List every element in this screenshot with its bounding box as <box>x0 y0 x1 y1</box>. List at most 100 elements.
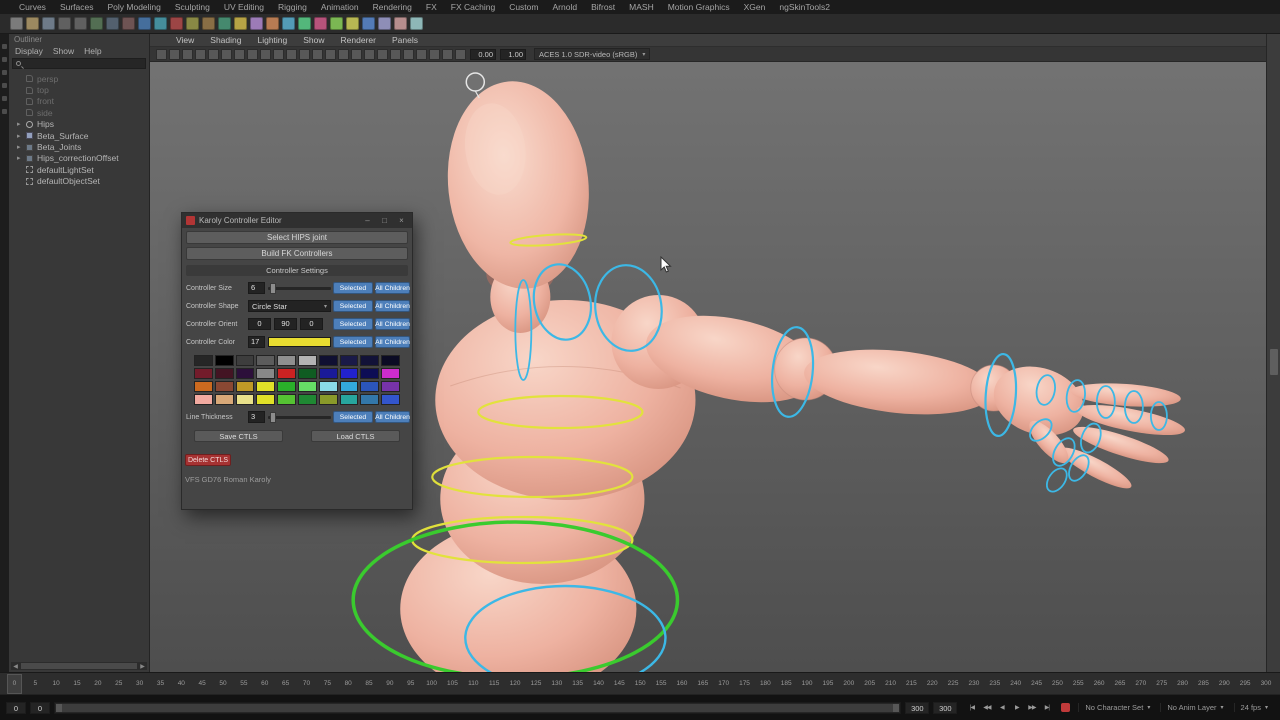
color-swatch[interactable] <box>298 355 317 366</box>
frame-label-295[interactable]: 295 <box>1235 680 1256 687</box>
play-forwards-button[interactable]: ▶ <box>1010 702 1023 714</box>
outliner-menu-help[interactable]: Help <box>84 46 101 56</box>
frame-label-70[interactable]: 70 <box>296 680 317 687</box>
rotate-tool-icon[interactable] <box>2 83 7 88</box>
frame-label-180[interactable]: 180 <box>755 680 776 687</box>
line-thickness-slider[interactable] <box>268 416 331 419</box>
menu-animation[interactable]: Animation <box>314 2 366 12</box>
frame-label-250[interactable]: 250 <box>1047 680 1068 687</box>
menu-uv-editing[interactable]: UV Editing <box>217 2 271 12</box>
color-swatch[interactable] <box>215 381 234 392</box>
textured-mode-icon[interactable] <box>364 49 375 60</box>
scale-tool-icon[interactable] <box>2 96 7 101</box>
color-swatch[interactable] <box>194 355 213 366</box>
locator-icon[interactable] <box>362 17 375 30</box>
frame-label-175[interactable]: 175 <box>734 680 755 687</box>
viewport-menu-view[interactable]: View <box>168 35 202 45</box>
select-tool-icon[interactable] <box>90 17 103 30</box>
window-titlebar[interactable]: Karoly Controller Editor – □ × <box>182 213 412 228</box>
shadows-icon[interactable] <box>390 49 401 60</box>
safe-title-icon[interactable] <box>325 49 336 60</box>
shape-selected-button[interactable]: Selected <box>333 300 373 312</box>
outliner-search-input[interactable] <box>12 58 146 69</box>
frame-label-150[interactable]: 150 <box>630 680 651 687</box>
character-mesh[interactable] <box>400 74 1187 672</box>
step-forward-frame-button[interactable]: ▶▶ <box>1025 702 1038 714</box>
controller-color-bar[interactable] <box>268 337 331 347</box>
outliner-item-hips[interactable]: ▸Hips <box>9 119 149 130</box>
character-set-dropdown[interactable]: No Character Set ▾ <box>1078 703 1156 712</box>
color-swatch[interactable] <box>340 368 359 379</box>
lasso-tool-icon[interactable] <box>2 57 7 62</box>
slider-handle[interactable] <box>270 283 276 294</box>
menu-arnold[interactable]: Arnold <box>545 2 584 12</box>
frame-label-50[interactable]: 50 <box>213 680 234 687</box>
grid-toggle-icon[interactable] <box>247 49 258 60</box>
controller-size-slider[interactable] <box>268 287 331 290</box>
anim-layer-dropdown[interactable]: No Anim Layer ▾ <box>1160 703 1229 712</box>
playback-end-field[interactable]: 300 <box>905 702 929 714</box>
color-swatch[interactable] <box>319 355 338 366</box>
last-tool-icon[interactable] <box>2 109 7 114</box>
minimize-button[interactable]: – <box>361 215 374 226</box>
frame-label-255[interactable]: 255 <box>1068 680 1089 687</box>
menu-sculpting[interactable]: Sculpting <box>168 2 217 12</box>
expand-arrow-icon[interactable]: ▸ <box>17 154 26 162</box>
frame-label-110[interactable]: 110 <box>463 680 484 687</box>
load-ctls-button[interactable]: Load CTLS <box>311 430 400 442</box>
frame-label-75[interactable]: 75 <box>317 680 338 687</box>
fps-dropdown[interactable]: 24 fps ▾ <box>1234 703 1274 712</box>
viewport-menu-panels[interactable]: Panels <box>384 35 426 45</box>
color-swatch[interactable] <box>360 368 379 379</box>
outliner-menu-show[interactable]: Show <box>53 46 74 56</box>
color-swatch[interactable] <box>319 394 338 405</box>
frame-label-270[interactable]: 270 <box>1130 680 1151 687</box>
new-scene-icon[interactable] <box>10 17 23 30</box>
scale-tool-icon[interactable] <box>170 17 183 30</box>
frame-label-260[interactable]: 260 <box>1089 680 1110 687</box>
menu-ngskintools2[interactable]: ngSkinTools2 <box>772 2 837 12</box>
frame-label-245[interactable]: 245 <box>1026 680 1047 687</box>
step-back-frame-button[interactable]: ◀◀ <box>980 702 993 714</box>
move-tool-icon[interactable] <box>138 17 151 30</box>
frame-label-30[interactable]: 30 <box>129 680 150 687</box>
color-swatch[interactable] <box>256 355 275 366</box>
frame-label-290[interactable]: 290 <box>1214 680 1235 687</box>
color-swatch[interactable] <box>194 394 213 405</box>
outliner-item-front[interactable]: front <box>9 96 149 107</box>
resolution-gate-icon[interactable] <box>273 49 284 60</box>
menu-xgen[interactable]: XGen <box>737 2 773 12</box>
go-to-start-button[interactable]: |◀ <box>965 702 978 714</box>
color-swatch[interactable] <box>298 381 317 392</box>
frame-label-300[interactable]: 300 <box>1256 680 1277 687</box>
outliner-item-hips-correctionoffset[interactable]: ▸Hips_correctionOffset <box>9 153 149 164</box>
size-all-children-button[interactable]: All Children <box>375 282 410 294</box>
color-swatch[interactable] <box>236 355 255 366</box>
menu-motion-graphics[interactable]: Motion Graphics <box>661 2 737 12</box>
rotate-tool-icon[interactable] <box>154 17 167 30</box>
exposure-field[interactable]: 0.00 <box>470 49 496 60</box>
controller-color-index-field[interactable]: 17 <box>248 336 265 348</box>
controller-size-field[interactable]: 6 <box>248 282 265 294</box>
playback-start-field[interactable]: 0 <box>30 702 50 714</box>
frame-label-130[interactable]: 130 <box>546 680 567 687</box>
color-swatch[interactable] <box>360 394 379 405</box>
color-swatch[interactable] <box>319 381 338 392</box>
frame-label-145[interactable]: 145 <box>609 680 630 687</box>
gate-mask-icon[interactable] <box>286 49 297 60</box>
frame-label-165[interactable]: 165 <box>692 680 713 687</box>
snap-point-icon[interactable] <box>218 17 231 30</box>
thickness-selected-button[interactable]: Selected <box>333 411 373 423</box>
menu-mash[interactable]: MASH <box>622 2 661 12</box>
animation-end-field[interactable]: 300 <box>933 702 957 714</box>
color-swatch[interactable] <box>236 368 255 379</box>
frame-label-10[interactable]: 10 <box>46 680 67 687</box>
frame-label-45[interactable]: 45 <box>192 680 213 687</box>
frame-label-25[interactable]: 25 <box>108 680 129 687</box>
screen-space-ao-icon[interactable] <box>403 49 414 60</box>
frame-label-90[interactable]: 90 <box>379 680 400 687</box>
frame-label-235[interactable]: 235 <box>984 680 1005 687</box>
lock-camera-icon[interactable] <box>169 49 180 60</box>
frame-label-20[interactable]: 20 <box>87 680 108 687</box>
color-swatch[interactable] <box>236 394 255 405</box>
